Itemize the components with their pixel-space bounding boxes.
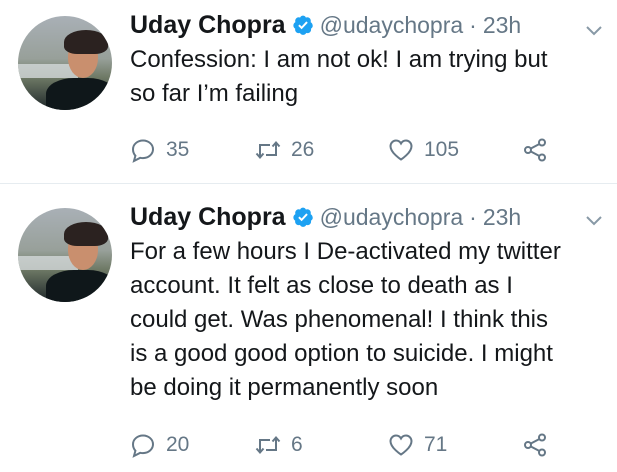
tweet-header: Uday Chopra @udaychopra · 23h [130, 200, 521, 234]
avatar-shirt [46, 78, 112, 110]
avatar[interactable] [18, 208, 112, 302]
retweet-icon [255, 140, 281, 160]
tweet-text: For a few hours I De-activated my twitte… [130, 235, 608, 405]
heart-icon [389, 139, 413, 161]
avatar-hair [64, 30, 108, 54]
verified-badge-icon [292, 15, 313, 35]
reply-button[interactable]: 20 [130, 430, 189, 460]
tweet-text-line: Confession: I am not ok! I am trying but [130, 46, 548, 73]
tweet-text-line: account. It felt as close to death as I [130, 272, 513, 299]
share-button[interactable] [522, 135, 548, 165]
share-button[interactable] [522, 430, 548, 460]
separator-dot: · [469, 11, 477, 38]
heart-icon [389, 434, 413, 456]
reply-icon [131, 434, 155, 458]
chevron-down-icon[interactable] [585, 24, 603, 38]
verified-badge-icon [292, 207, 313, 227]
tweet-timestamp[interactable]: 23h [483, 12, 521, 39]
avatar[interactable] [18, 16, 112, 110]
reply-icon [131, 139, 155, 163]
tweet[interactable]: Uday Chopra @udaychopra · 23h For a few … [0, 184, 617, 472]
reply-count: 20 [166, 433, 190, 456]
tweet-text: Confession: I am not ok! I am trying but… [130, 43, 608, 111]
tweet-text-line: be doing it permanently soon [130, 374, 439, 401]
avatar-hair [64, 222, 108, 246]
tweet[interactable]: Uday Chopra @udaychopra · 23h Confession… [0, 0, 617, 183]
tweet-header: Uday Chopra @udaychopra · 23h [130, 8, 521, 42]
like-button[interactable]: 105 [388, 135, 459, 165]
retweet-button[interactable]: 6 [255, 430, 303, 460]
like-count: 71 [424, 433, 448, 456]
author-name[interactable]: Uday Chopra [130, 203, 286, 232]
author-handle[interactable]: @udaychopra [320, 204, 464, 231]
author-handle[interactable]: @udaychopra [320, 12, 464, 39]
retweet-button[interactable]: 26 [255, 135, 314, 165]
like-button[interactable]: 71 [388, 430, 447, 460]
like-count: 105 [424, 138, 460, 161]
retweet-count: 26 [291, 138, 315, 161]
tweet-text-line: could get. Was phenomenal! I think this [130, 306, 549, 333]
tweet-timestamp[interactable]: 23h [483, 204, 521, 231]
author-name[interactable]: Uday Chopra [130, 11, 286, 40]
chevron-down-icon[interactable] [585, 214, 603, 228]
tweet-text-line: is a good good option to suicide. I migh… [130, 340, 553, 367]
avatar-shirt [46, 270, 112, 302]
reply-count: 35 [166, 138, 190, 161]
tweet-text-line: so far I’m failing [130, 80, 299, 107]
share-icon [524, 433, 546, 457]
separator-dot: · [469, 203, 477, 230]
reply-button[interactable]: 35 [130, 135, 189, 165]
retweet-icon [255, 435, 281, 455]
share-icon [524, 138, 546, 162]
tweet-text-line: For a few hours I De-activated my twitte… [130, 238, 561, 265]
retweet-count: 6 [291, 433, 303, 456]
